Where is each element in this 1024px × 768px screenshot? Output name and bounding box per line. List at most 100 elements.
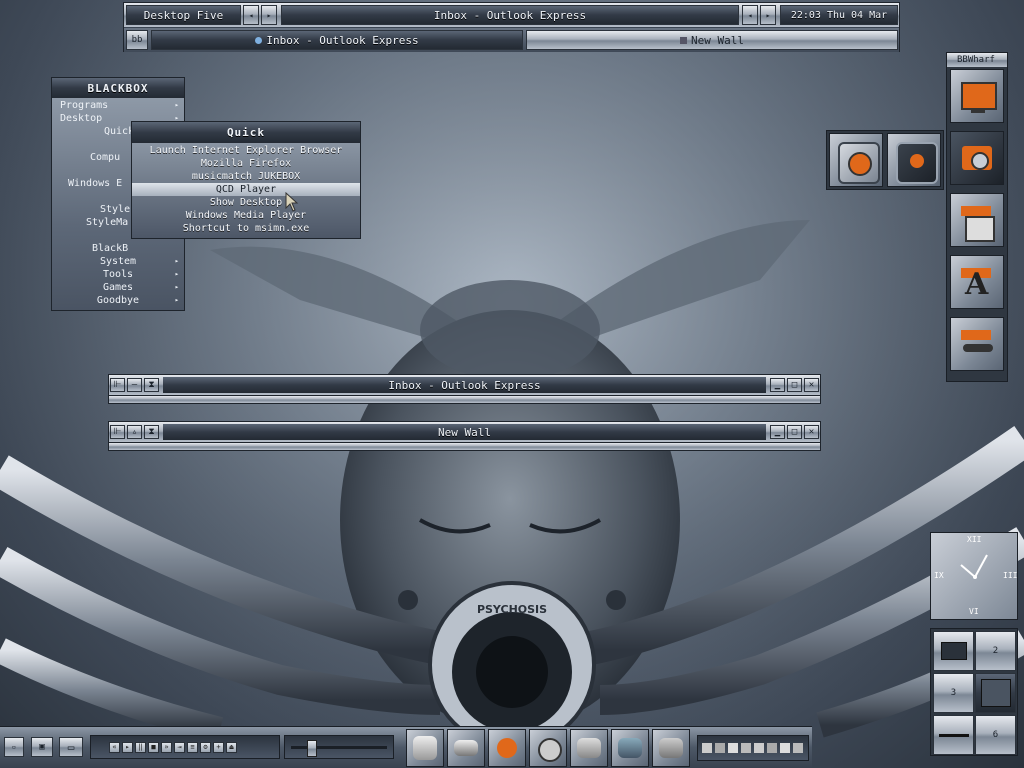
window-shade-button[interactable]: ‒ <box>127 378 142 392</box>
window-sticky-button[interactable]: ⧗ <box>144 378 159 392</box>
pager-desktop-3[interactable]: 3 <box>933 673 974 713</box>
window-shade-button[interactable]: ▵ <box>127 425 142 439</box>
tray-app-icon[interactable] <box>793 743 803 753</box>
submenu-item-msimn-shortcut[interactable]: Shortcut to msimn.exe <box>132 222 360 235</box>
tray-app-icon[interactable] <box>780 743 790 753</box>
menu-item-tools[interactable]: Tools ▸ <box>52 268 184 281</box>
menu-item-games[interactable]: Games ▸ <box>52 281 184 294</box>
submenu-item-show-desktop[interactable]: Show Desktop <box>132 196 360 209</box>
submenu-item-firefox[interactable]: Mozilla Firefox <box>132 157 360 170</box>
view-small-button[interactable]: ▫ <box>4 737 24 757</box>
bb-button[interactable]: bb <box>126 30 148 50</box>
eject-icon[interactable]: ⏏ <box>226 741 237 753</box>
view-medium-button[interactable]: ▣ <box>31 737 53 757</box>
submenu-item-musicmatch[interactable]: musicmatch JUKEBOX <box>132 170 360 183</box>
maximize-button[interactable]: □ <box>787 425 802 439</box>
wharf-button-calculator[interactable] <box>950 193 1004 247</box>
folder-icon <box>577 738 601 758</box>
wharf-button-media-player[interactable] <box>950 131 1004 185</box>
quicklaunch-tools-button[interactable] <box>488 729 526 767</box>
pager-desktop-2[interactable]: 2 <box>975 631 1016 671</box>
tray-monitor-icon[interactable] <box>715 743 725 753</box>
pager-desktop-4[interactable] <box>975 673 1016 713</box>
window-new-wall: ⊩ ▵ ⧗ New Wall ▁ □ ✕ <box>108 421 821 451</box>
pager-desktop-6[interactable]: 6 <box>975 715 1016 755</box>
menu-item-blackbox[interactable]: BlackB <box>52 242 184 255</box>
menu-item-label: BlackB <box>92 243 129 254</box>
bottom-taskbar: ▫ ▣ ▭ « ▸ ‖ ■ » ⇥ ≡ ⚙ + ⏏ <box>0 726 812 768</box>
bbwharf-dock: BBWharf A <box>946 52 1008 382</box>
window-titlebar[interactable]: ⊩ ▵ ⧗ New Wall ▁ □ ✕ <box>108 421 821 443</box>
submenu-item-windows-media-player[interactable]: Windows Media Player <box>132 209 360 222</box>
volume-up-icon[interactable]: + <box>213 741 224 753</box>
window-titlebar[interactable]: ⊩ ‒ ⧗ Inbox - Outlook Express ▁ □ ✕ <box>108 374 821 396</box>
window-menu-button[interactable]: ⊩ <box>110 378 125 392</box>
qcd-player-icon <box>896 142 938 184</box>
workspace-label[interactable]: Desktop Five <box>126 5 241 25</box>
maximize-button[interactable]: □ <box>787 378 802 392</box>
quicklaunch-film-button[interactable] <box>529 729 567 767</box>
paint-icon <box>680 36 687 44</box>
menu-item-system[interactable]: System ▸ <box>52 255 184 268</box>
pager-desktop-1[interactable] <box>933 631 974 671</box>
media-controls: « ▸ ‖ ■ » ⇥ ≡ ⚙ + ⏏ <box>90 735 280 759</box>
volume-slider[interactable] <box>284 735 394 759</box>
window-handle[interactable] <box>108 396 821 404</box>
quicklaunch-documents-button[interactable] <box>652 729 690 767</box>
play-icon[interactable]: ▸ <box>122 741 133 753</box>
submenu-item-internet-explorer[interactable]: Launch Internet Explorer Browser <box>132 144 360 157</box>
quicklaunch-explorer-button[interactable] <box>406 729 444 767</box>
task-label: Inbox - Outlook Express <box>266 33 419 47</box>
minimize-button[interactable]: ▁ <box>770 378 785 392</box>
tray-volume-icon[interactable] <box>728 743 738 753</box>
wharf-button-monitor[interactable] <box>950 69 1004 123</box>
floating-media-player-button[interactable] <box>829 133 883 187</box>
pager-desktop-5[interactable] <box>933 715 974 755</box>
explorer-icon <box>413 736 437 760</box>
task-button-new-wall[interactable]: New Wall <box>526 30 898 50</box>
mouse-cursor-icon <box>285 192 299 212</box>
quicklaunch-image-button[interactable] <box>611 729 649 767</box>
menu-item-goodbye[interactable]: Goodbye ▸ <box>52 294 184 307</box>
menu-item-label: Desktop <box>60 113 103 124</box>
close-button[interactable]: ✕ <box>804 425 819 439</box>
workspace-prev-button[interactable]: ◂ <box>243 5 259 25</box>
close-button[interactable]: ✕ <box>804 378 819 392</box>
tray-app-icon[interactable] <box>767 743 777 753</box>
menu-title: BLACKBOX <box>52 78 184 98</box>
stop-icon[interactable]: ■ <box>148 741 159 753</box>
window-menu-button[interactable]: ⊩ <box>110 425 125 439</box>
pager-window-thumb <box>980 679 1011 707</box>
current-window-label[interactable]: Inbox - Outlook Express <box>281 5 739 25</box>
tray-network-icon[interactable] <box>702 743 712 753</box>
window-prev-button[interactable]: ◂ <box>742 5 758 25</box>
rewind-icon[interactable]: « <box>109 741 120 753</box>
workspace-next-button[interactable]: ▸ <box>261 5 277 25</box>
submenu-items: Launch Internet Explorer Browser Mozilla… <box>132 143 360 238</box>
window-sticky-button[interactable]: ⧗ <box>144 425 159 439</box>
tray-app-icon[interactable] <box>754 743 764 753</box>
fast-forward-icon[interactable]: » <box>161 741 172 753</box>
quicklaunch-folder-button[interactable] <box>570 729 608 767</box>
wharf-button-fonts[interactable]: A <box>950 255 1004 309</box>
submenu-item-qcd-player[interactable]: QCD Player <box>132 183 360 196</box>
submenu-arrow-icon: ▸ <box>174 283 179 291</box>
playlist-icon[interactable]: ≡ <box>187 741 198 753</box>
floating-qcd-player-button[interactable] <box>887 133 941 187</box>
window-handle[interactable] <box>108 443 821 451</box>
menu-item-programs[interactable]: Programs ▸ <box>52 99 184 112</box>
view-large-button[interactable]: ▭ <box>59 737 83 757</box>
media-player-icon <box>959 140 997 178</box>
minimize-button[interactable]: ▁ <box>770 425 785 439</box>
tray-app-icon[interactable] <box>741 743 751 753</box>
settings-icon[interactable]: ⚙ <box>200 741 211 753</box>
task-button-inbox[interactable]: Inbox - Outlook Express <box>151 30 523 50</box>
volume-slider-thumb[interactable] <box>307 740 317 757</box>
quicklaunch-drive-button[interactable] <box>447 729 485 767</box>
wharf-button-music[interactable] <box>950 317 1004 371</box>
menu-item-label: Games <box>102 282 134 293</box>
pause-icon[interactable]: ‖ <box>135 741 146 753</box>
window-next-button[interactable]: ▸ <box>760 5 776 25</box>
next-track-icon[interactable]: ⇥ <box>174 741 185 753</box>
window-title: Inbox - Outlook Express <box>163 377 766 393</box>
